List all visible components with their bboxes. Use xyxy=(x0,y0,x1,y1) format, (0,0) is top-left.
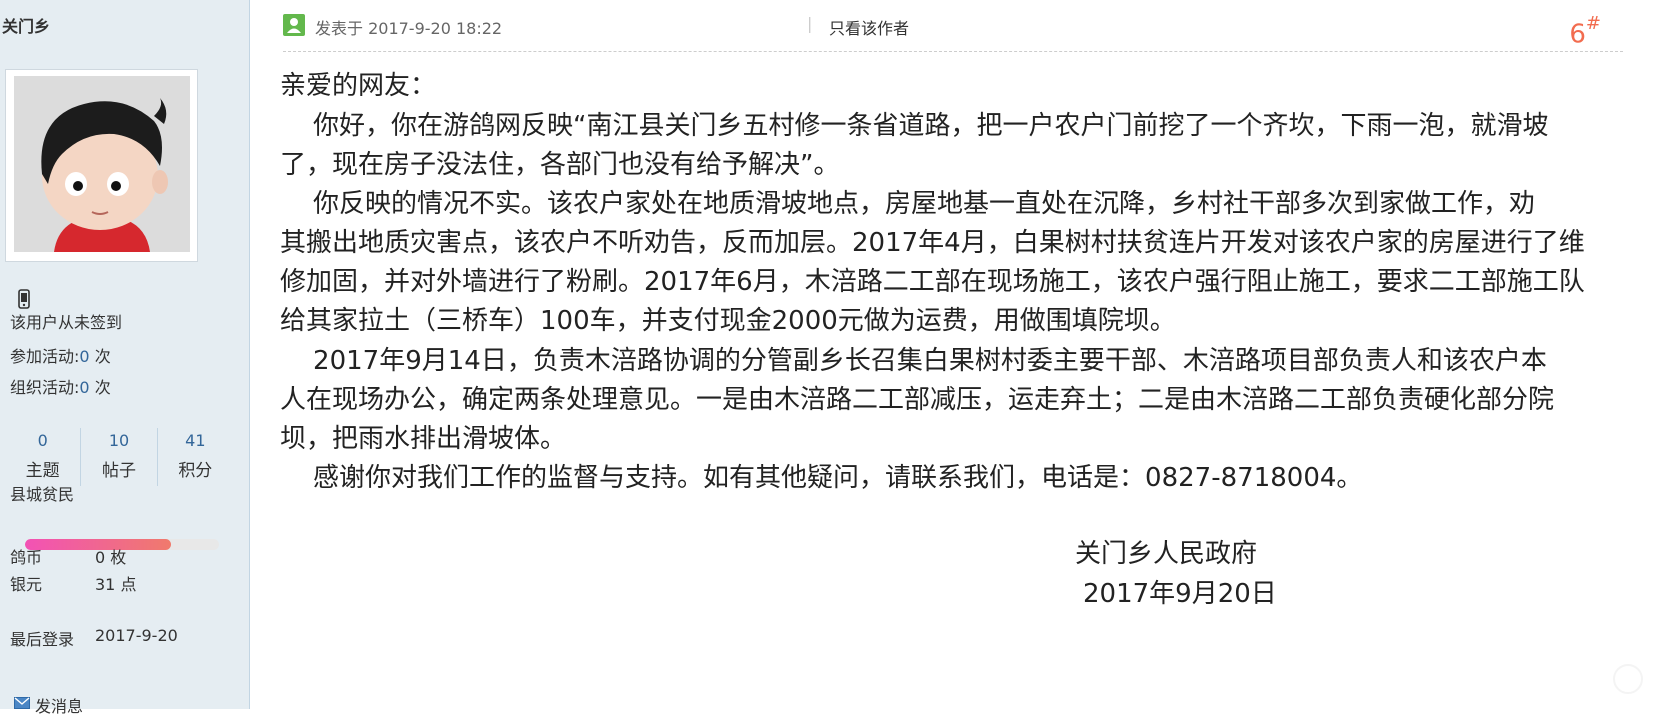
author-sidebar: 关门乡 该用户从未签到 参加活动:0 次 组织活动:0 次 0 主题 10 帖子… xyxy=(0,0,250,716)
post-line: 修加固，并对外墙进行了粉刷。2017年6月，木涪路二工部在现场施工，该农户强行阻… xyxy=(280,267,1585,297)
author-name[interactable]: 关门乡 xyxy=(2,13,50,37)
post-timestamp: 发表于 2017-9-20 18:22 xyxy=(315,19,503,38)
post-line: 2017年9月14日，负责木涪路协调的分管副乡长召集白果树村委主要干部、木涪路项… xyxy=(280,346,1547,376)
coins-value: 0 枚 xyxy=(95,548,127,567)
post-line: 了，现在房子没法住，各部门也没有给予解决”。 xyxy=(280,150,840,180)
post-line: 坝，把雨水排出滑坡体。 xyxy=(280,424,567,454)
stat-label: 帖子 xyxy=(101,461,136,481)
activity-org-unit: 次 xyxy=(94,378,111,397)
stat-value: 10 xyxy=(108,431,130,450)
post-line: 你反映的情况不实。该农户家处在地质滑坡地点，房屋地基一直处在沉降，乡村社干部多次… xyxy=(280,189,1536,219)
avatar[interactable] xyxy=(14,76,190,252)
post-header: 发表于 2017-9-20 18:22 | 只看该作者 6# xyxy=(283,13,1623,52)
send-message-link[interactable]: 发消息 xyxy=(35,693,83,717)
floor-mark: # xyxy=(1585,13,1601,34)
post-line: 亲爱的网友： xyxy=(280,71,437,101)
last-login-value: 2017-9-20 xyxy=(95,626,178,645)
user-group[interactable]: 县城贫民 xyxy=(10,481,74,505)
post-line: 给其家拉土（三桥车）100车，并支付现金2000元做为运费，用做围填院坝。 xyxy=(280,306,1176,336)
stat-value: 0 xyxy=(37,431,48,450)
stat-threads[interactable]: 0 主题 xyxy=(5,428,80,486)
last-login-label: 最后登录 xyxy=(10,630,75,649)
signature-org: 关门乡人民政府 xyxy=(1075,539,1258,569)
post-line: 人在现场办公，确定两条处理意见。一是由木涪路二工部减压，运走弃土；二是由木涪路二… xyxy=(280,385,1555,415)
coins-label: 鸽币 xyxy=(10,548,43,567)
floor-value: 6 xyxy=(1569,19,1586,50)
activity-org: 组织活动:0 次 xyxy=(10,374,111,398)
stat-label: 主题 xyxy=(25,461,60,481)
activity-org-label: 组织活动: xyxy=(10,378,80,397)
post-line: 感谢你对我们工作的监督与支持。如有其他疑问，请联系我们，电话是：0827-871… xyxy=(280,463,1363,493)
author-only-link[interactable]: 只看该作者 xyxy=(829,15,909,39)
header-separator: | xyxy=(807,14,813,33)
watermark-logo xyxy=(1613,664,1643,694)
avatar-frame xyxy=(5,69,198,262)
activity-join: 参加活动:0 次 xyxy=(10,343,111,367)
activity-join-label: 参加活动: xyxy=(10,347,80,366)
sign-status: 该用户从未签到 xyxy=(10,313,123,332)
post-line: 你好，你在游鸽网反映“南江县关门乡五村修一条省道路，把一户农户门前挖了一个齐坎，… xyxy=(280,111,1549,141)
activity-join-unit: 次 xyxy=(94,347,111,366)
user-stats: 0 主题 10 帖子 41 积分 xyxy=(5,428,233,486)
floor-number[interactable]: 6# xyxy=(1569,13,1601,50)
post-line: 其搬出地质灾害点，该农户不听劝告，反而加层。2017年4月，白果树村扶贫连片开发… xyxy=(280,228,1585,258)
stat-label: 积分 xyxy=(178,461,213,481)
activity-join-count[interactable]: 0 xyxy=(79,347,89,366)
silver-label: 银元 xyxy=(10,575,43,594)
stat-value: 41 xyxy=(185,431,206,450)
signature-date: 2017年9月20日 xyxy=(1083,579,1277,609)
envelope-icon xyxy=(14,697,30,709)
silver-value: 31 点 xyxy=(95,575,137,594)
activity-org-count[interactable]: 0 xyxy=(79,378,89,397)
stat-points[interactable]: 41 积分 xyxy=(156,428,233,486)
user-online-icon xyxy=(283,14,305,36)
stat-posts[interactable]: 10 帖子 xyxy=(80,428,156,486)
mobile-phone-icon xyxy=(18,289,30,309)
